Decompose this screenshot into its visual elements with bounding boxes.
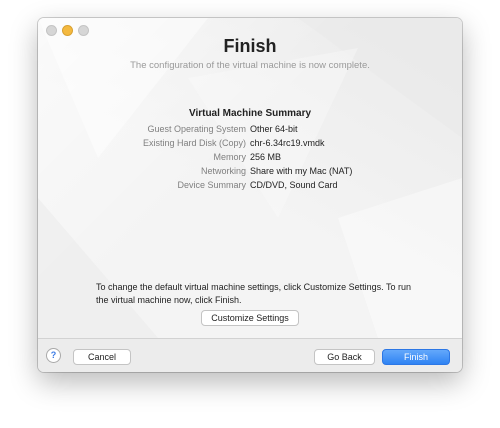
summary-row-memory: Memory 256 MB	[78, 150, 418, 164]
summary-value: Other 64-bit	[250, 124, 298, 134]
page-title: Finish	[223, 36, 277, 56]
finish-button[interactable]: Finish	[382, 349, 450, 365]
dialog-footer: ? Cancel Go Back Finish	[38, 338, 462, 372]
cancel-button[interactable]: Cancel	[73, 349, 131, 365]
summary-label: Memory	[213, 152, 246, 162]
dialog-content: Finish The configuration of the virtual …	[38, 18, 462, 338]
help-icon[interactable]: ?	[46, 348, 61, 363]
zoom-window-button[interactable]	[78, 25, 89, 36]
close-window-button[interactable]	[46, 25, 57, 36]
summary-label: Existing Hard Disk (Copy)	[142, 138, 246, 148]
customize-instructions: To change the default virtual machine se…	[96, 282, 411, 305]
summary-label: Guest Operating System	[147, 124, 246, 134]
summary-value: CD/DVD, Sound Card	[250, 180, 338, 190]
page-subtitle: The configuration of the virtual machine…	[130, 60, 370, 71]
summary-label: Device Summary	[177, 180, 246, 190]
summary-row-networking: Networking Share with my Mac (NAT)	[78, 164, 418, 178]
summary-value: Share with my Mac (NAT)	[250, 166, 353, 176]
summary-row-guest-os: Guest Operating System Other 64-bit	[78, 122, 418, 136]
minimize-window-button[interactable]	[62, 25, 73, 36]
summary-value: 256 MB	[250, 152, 282, 162]
summary-heading: Virtual Machine Summary	[188, 108, 312, 119]
summary-row-devices: Device Summary CD/DVD, Sound Card	[78, 178, 418, 192]
summary-label: Networking	[200, 166, 246, 176]
summary-value: chr-6.34rc19.vmdk	[250, 138, 325, 148]
go-back-button[interactable]: Go Back	[314, 349, 375, 365]
customize-settings-button[interactable]: Customize Settings	[201, 310, 299, 326]
summary-table: Guest Operating System Other 64-bit Exis…	[78, 122, 418, 192]
summary-row-hard-disk: Existing Hard Disk (Copy) chr-6.34rc19.v…	[78, 136, 418, 150]
dialog-window: Finish The configuration of the virtual …	[38, 18, 462, 372]
window-controls	[46, 25, 89, 36]
